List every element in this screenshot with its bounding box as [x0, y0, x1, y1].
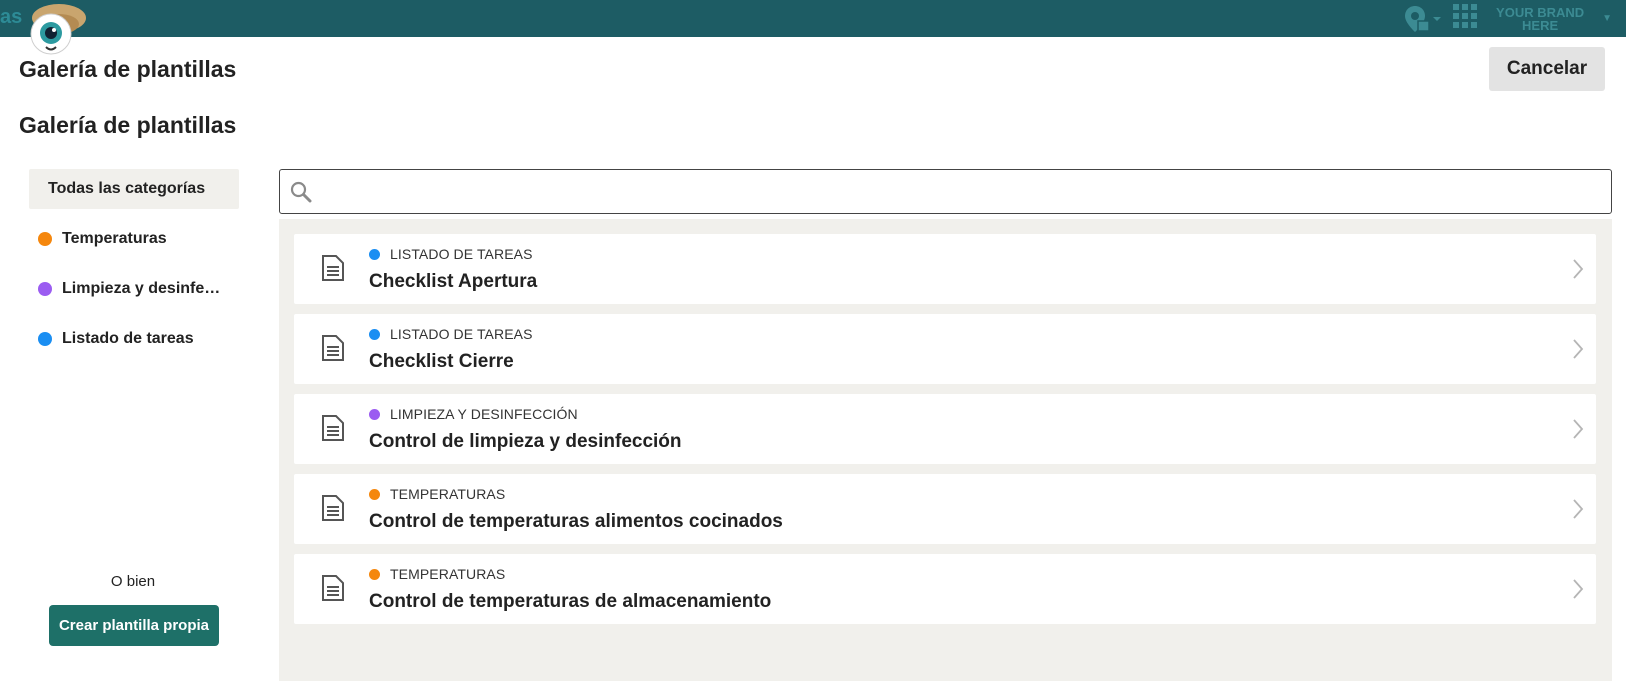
category-color-dot	[369, 328, 380, 340]
template-list: LISTADO DE TAREAS Checklist Apertura LIS…	[279, 219, 1612, 681]
template-name: Control de temperaturas alimentos cocina…	[369, 511, 783, 532]
template-name: Control de temperaturas de almacenamient…	[369, 591, 772, 612]
create-template-button[interactable]: Crear plantilla propia	[49, 605, 219, 646]
template-category-label: TEMPERATURAS	[390, 566, 506, 582]
template-item[interactable]: LIMPIEZA Y DESINFECCIÓN Control de limpi…	[294, 394, 1596, 464]
brand-logo-text[interactable]: YOUR BRAND HERE	[1488, 6, 1592, 32]
chevron-down-icon	[1433, 16, 1442, 21]
document-icon	[322, 335, 344, 361]
category-color-dot	[369, 568, 380, 580]
category-color-dot	[369, 248, 380, 260]
location-pin-icon	[1405, 5, 1430, 32]
template-category: LISTADO DE TAREAS	[369, 246, 533, 262]
template-category-label: LISTADO DE TAREAS	[390, 326, 533, 342]
category-color-dot	[38, 232, 52, 246]
or-text: O bien	[110, 573, 156, 590]
category-color-dot	[369, 488, 380, 500]
search-icon	[290, 181, 312, 203]
document-icon	[322, 575, 344, 601]
template-name: Checklist Cierre	[369, 351, 514, 372]
category-limpieza[interactable]: Limpieza y desinfe…	[29, 269, 239, 309]
template-item[interactable]: LISTADO DE TAREAS Checklist Apertura	[294, 234, 1596, 304]
template-name: Control de limpieza y desinfección	[369, 431, 682, 452]
document-icon	[322, 495, 344, 521]
template-item[interactable]: TEMPERATURAS Control de temperaturas de …	[294, 554, 1596, 624]
template-item[interactable]: LISTADO DE TAREAS Checklist Cierre	[294, 314, 1596, 384]
modal-title: Galería de plantillas	[19, 56, 237, 82]
chevron-right-icon	[1573, 419, 1584, 439]
template-category: TEMPERATURAS	[369, 486, 505, 502]
template-category: LISTADO DE TAREAS	[369, 326, 533, 342]
cancel-button[interactable]: Cancelar	[1489, 47, 1605, 91]
category-temperaturas[interactable]: Temperaturas	[29, 219, 239, 259]
chevron-right-icon	[1573, 339, 1584, 359]
category-color-dot	[38, 282, 52, 296]
category-listado-tareas[interactable]: Listado de tareas	[29, 319, 239, 359]
template-category: LIMPIEZA Y DESINFECCIÓN	[369, 406, 578, 422]
top-bar: as YOUR BRAND HERE ▼	[0, 0, 1626, 55]
category-color-dot	[369, 408, 380, 420]
category-sidebar: Todas las categorías Temperaturas Limpie…	[29, 169, 239, 369]
search-box	[279, 169, 1612, 214]
template-category-label: TEMPERATURAS	[390, 486, 506, 502]
template-category-label: LISTADO DE TAREAS	[390, 246, 533, 262]
category-label: Limpieza y desinfe…	[62, 280, 221, 297]
document-icon	[322, 255, 344, 281]
template-category: TEMPERATURAS	[369, 566, 505, 582]
template-category-label: LIMPIEZA Y DESINFECCIÓN	[390, 406, 578, 422]
template-item[interactable]: TEMPERATURAS Control de temperaturas ali…	[294, 474, 1596, 544]
chevron-right-icon	[1573, 259, 1584, 279]
search-input[interactable]	[320, 174, 1600, 209]
app-name-partial: as	[0, 6, 23, 28]
template-name: Checklist Apertura	[369, 271, 538, 292]
apps-grid-icon[interactable]	[1452, 3, 1478, 34]
category-color-dot	[38, 332, 52, 346]
chevron-right-icon	[1573, 579, 1584, 599]
brand-chevron-down-icon[interactable]: ▼	[1602, 13, 1612, 24]
document-icon	[322, 415, 344, 441]
category-label: Listado de tareas	[62, 330, 194, 347]
section-title: Galería de plantillas	[19, 112, 237, 138]
chevron-right-icon	[1573, 499, 1584, 519]
location-selector[interactable]	[1404, 5, 1442, 33]
category-label: Todas las categorías	[48, 180, 206, 197]
category-label: Temperaturas	[62, 230, 167, 247]
category-all[interactable]: Todas las categorías	[29, 169, 239, 209]
mascot-logo[interactable]	[28, 2, 86, 56]
